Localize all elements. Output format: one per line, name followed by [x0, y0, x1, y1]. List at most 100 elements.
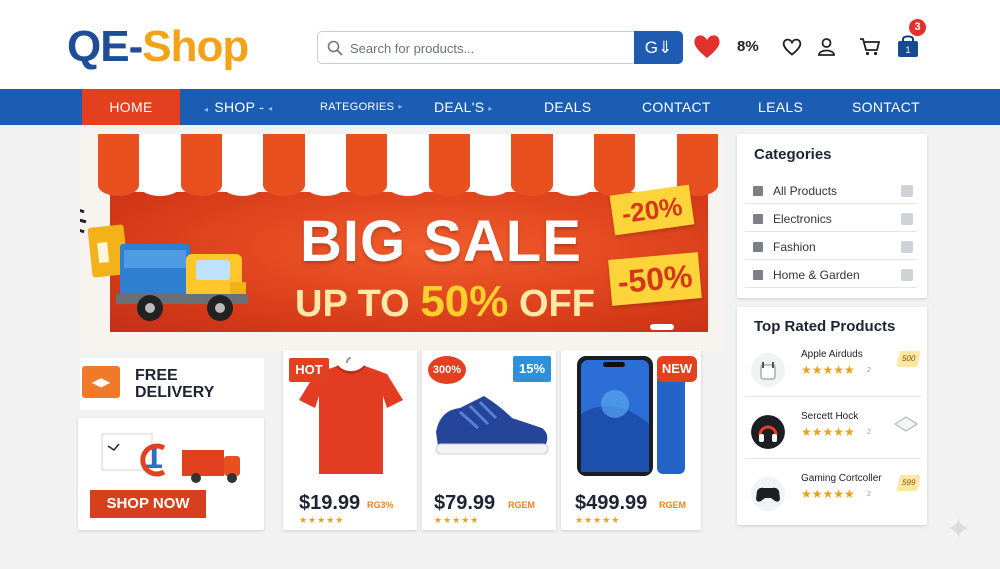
top-rated-item[interactable]: Sercett Hock ★★★★★ 2 [745, 403, 921, 459]
category-checkbox[interactable] [901, 213, 913, 225]
category-chevron-icon [753, 214, 763, 224]
category-label: Home & Garden [773, 268, 860, 282]
nav-shop[interactable]: ◂ SHOP - ◂ [204, 89, 272, 125]
shop-now-button[interactable]: SHOP NOW [90, 490, 206, 518]
gamepad-thumbnail [751, 477, 785, 511]
search-bar: G⇓ [317, 31, 683, 64]
headphones-thumbnail [751, 415, 785, 449]
product-price: $499.99 [575, 492, 648, 514]
category-chevron-icon [753, 242, 763, 252]
nav-contact[interactable]: CONTACT [642, 89, 711, 125]
product-name: Sercett Hock [801, 411, 859, 422]
discount-tag-50: -50% [608, 252, 702, 306]
rating-count: 2 [867, 367, 871, 374]
delivery-arrows-icon: ◀▶ [82, 366, 120, 398]
search-button[interactable]: G⇓ [634, 31, 683, 64]
search-input[interactable] [350, 36, 630, 60]
main-navigation: HOME ◂ SHOP - ◂ RATEGORIES ▸ DEAL'S ▸ DEALS … [0, 89, 1000, 125]
sparkle-icon: ✦ [946, 513, 972, 546]
nav-sontact[interactable]: SONTACT [852, 89, 920, 125]
delivery-truck-illustration [80, 208, 248, 321]
categories-title: Categories [754, 146, 832, 163]
rating-count: 2 [867, 491, 871, 498]
categories-panel: Categories All Products Electronics Fash… [737, 134, 927, 298]
category-home-garden[interactable]: Home & Garden [745, 262, 917, 288]
nav-categories[interactable]: RATEGORIES ▸ [320, 89, 403, 125]
rating-count: 2 [867, 429, 871, 436]
product-price-note: RGEM [659, 500, 686, 510]
search-icon [327, 40, 343, 56]
product-rating-stars: ★★★★★ [575, 515, 621, 525]
category-all-products[interactable]: All Products [745, 178, 917, 204]
svg-text:1: 1 [905, 45, 910, 55]
logo-text-shop: Shop [142, 22, 249, 71]
site-header: QE-Shop G⇓ 8% 1 3 [0, 0, 1000, 89]
user-account-icon[interactable] [817, 37, 836, 56]
badge-15-percent: 15% [513, 356, 551, 382]
cart-count-badge: 3 [909, 19, 926, 36]
hero-title: BIG SALE [300, 209, 582, 274]
chevron-icon: ▸ [488, 104, 493, 113]
earbuds-thumbnail [751, 353, 785, 387]
product-name: Apple Airduds [801, 349, 863, 360]
wireframe-shape-icon [894, 416, 918, 432]
top-rated-item[interactable]: Gaming Cortcoller ★★★★★ 2 599 [745, 465, 921, 521]
free-delivery-text: FREE DELIVERY [135, 367, 214, 401]
nav-home[interactable]: HOME [82, 89, 180, 125]
nav-deals-1[interactable]: DEAL'S ▸ [434, 89, 493, 125]
badge-new: NEW [657, 356, 697, 382]
blue-sneaker-image [435, 396, 549, 455]
logo-text-qe: QE- [67, 22, 143, 71]
site-logo[interactable]: QE-Shop [67, 22, 249, 72]
product-rating-stars: ★★★★★ [299, 515, 345, 525]
category-checkbox[interactable] [901, 185, 913, 197]
favorites-heart-icon[interactable] [693, 34, 721, 59]
top-rated-panel: Top Rated Products Apple Airduds ★★★★★ 2… [737, 307, 927, 525]
product-price: $19.99 [299, 492, 361, 514]
discount-indicator: 8% [737, 38, 759, 55]
wishlist-heart-icon[interactable] [782, 38, 802, 56]
nav-leals[interactable]: LEALS [758, 89, 803, 125]
category-fashion[interactable]: Fashion [745, 234, 917, 260]
rating-stars: ★★★★★ [801, 425, 855, 439]
hero-subtitle-prefix: UP TO [295, 283, 421, 325]
product-card-tshirt[interactable]: HOT $19.99 RG3% ★★★★★ [283, 350, 417, 530]
nav-deals-2[interactable]: DEALS [544, 89, 591, 125]
category-chevron-icon [753, 270, 763, 280]
shop-now-promo: 1 SHOP NOW [78, 418, 264, 530]
product-rating-stars: ★★★★★ [434, 515, 480, 525]
category-grid-icon [753, 186, 763, 196]
rating-stars: ★★★★★ [801, 363, 855, 377]
free-delivery-line1: FREE [135, 367, 178, 384]
price-tag: 500 [895, 351, 921, 367]
badge-hot: HOT [289, 358, 329, 382]
category-checkbox[interactable] [901, 241, 913, 253]
category-label: All Products [773, 184, 838, 198]
badge-300-percent: 300% [428, 356, 466, 384]
category-label: Electronics [773, 212, 832, 226]
shopping-bag-icon[interactable]: 1 [897, 33, 919, 58]
category-label: Fashion [773, 240, 816, 254]
nav-deals-1-label: DEAL'S [434, 99, 485, 115]
nav-shop-caret-left: ◂ [204, 105, 209, 114]
free-delivery-banner[interactable]: ◀▶ FREE DELIVERY [80, 358, 264, 410]
category-checkbox[interactable] [901, 269, 913, 281]
hero-banner[interactable]: BIG SALE UP TO 50% OFF -20% -50% [80, 134, 722, 350]
delivery-van-icon: 1 [101, 433, 240, 483]
product-name: Gaming Cortcoller [801, 473, 882, 484]
chevron-icon: ◂ [268, 104, 273, 113]
shopping-cart-icon[interactable] [859, 37, 881, 56]
chevron-icon: ▸ [398, 102, 403, 111]
top-rated-item[interactable]: Apple Airduds ★★★★★ 2 500 [745, 341, 921, 397]
product-price-note: RGEM [508, 500, 535, 510]
nav-categories-label: RATEGORIES [320, 101, 395, 113]
hero-subtitle: UP TO 50% OFF [295, 280, 595, 326]
product-card-smartphone[interactable]: 15% NEW $499.99 RGEM ★★★★★ [513, 350, 701, 530]
product-price-note: RG3% [367, 500, 394, 510]
free-delivery-line2: DELIVERY [135, 384, 215, 401]
hero-subtitle-highlight: 50% [420, 277, 509, 326]
carousel-indicator[interactable] [650, 324, 674, 330]
nav-shop-label: SHOP - [214, 99, 265, 115]
price-tag: 599 [895, 475, 921, 491]
category-electronics[interactable]: Electronics [745, 206, 917, 232]
